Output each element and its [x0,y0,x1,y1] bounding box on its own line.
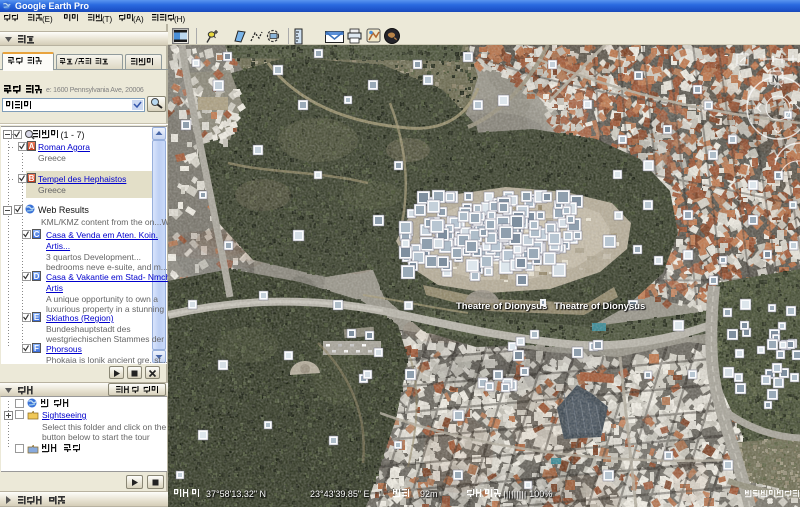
svg-text:N: N [772,74,779,84]
